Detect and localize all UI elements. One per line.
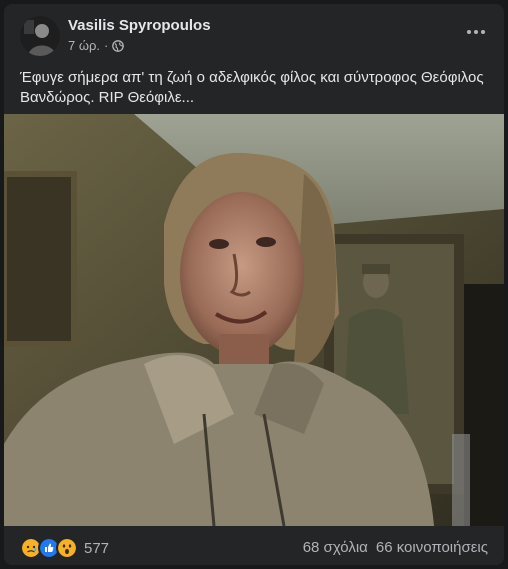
post-header: Vasilis Spyropoulos 7 ώρ. · [4, 4, 504, 60]
post-time[interactable]: 7 ώρ. [68, 38, 100, 53]
post-stats: 68 σχόλια 66 κοινοποιήσεις [303, 539, 488, 556]
reactions-summary[interactable]: 577 [20, 537, 109, 559]
ellipsis-icon [467, 30, 471, 34]
ellipsis-dot [481, 30, 485, 34]
ellipsis-dot [474, 30, 478, 34]
shares-count[interactable]: 66 κοινοποιήσεις [376, 539, 488, 556]
more-options-button[interactable] [460, 22, 492, 42]
post-footer: 577 68 σχόλια 66 κοινοποιήσεις [4, 526, 504, 565]
author-avatar[interactable] [20, 16, 60, 56]
post-meta: 7 ώρ. · [68, 38, 125, 53]
post-photo[interactable] [4, 114, 504, 526]
comments-count[interactable]: 68 σχόλια [303, 539, 368, 556]
globe-icon[interactable] [112, 39, 125, 52]
author-name[interactable]: Vasilis Spyropoulos [68, 17, 211, 34]
wow-reaction-icon [56, 537, 78, 559]
post-text: Έφυγε σήμερα απ' τη ζωή ο αδελφικός φίλο… [20, 69, 484, 106]
reactions-count[interactable]: 577 [84, 540, 109, 557]
post-card: Vasilis Spyropoulos 7 ώρ. · Έφυγε σήμερα… [4, 4, 504, 565]
meta-separator: · [104, 38, 109, 53]
